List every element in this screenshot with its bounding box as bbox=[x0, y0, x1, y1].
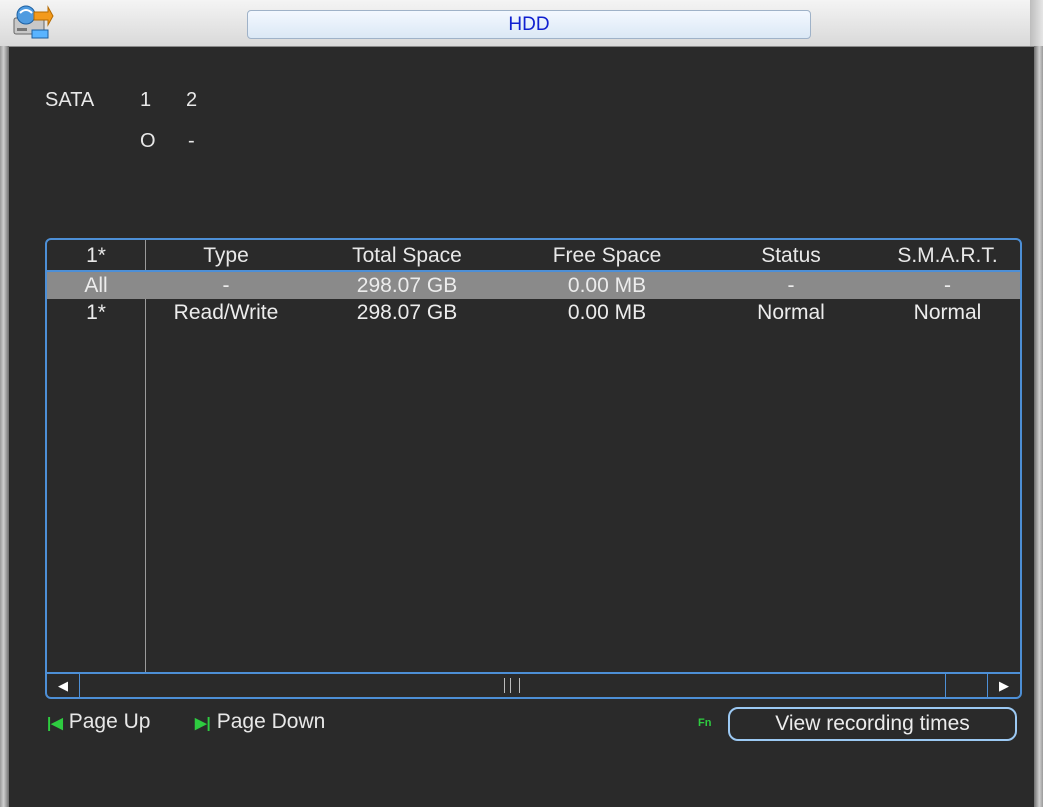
scroll-track[interactable] bbox=[79, 674, 988, 697]
window-frame-right bbox=[1034, 46, 1043, 807]
hdd-table: 1* Type Total Space Free Space Status S.… bbox=[45, 238, 1022, 699]
cell-type: Read/Write bbox=[173, 301, 279, 324]
cell-status: Normal bbox=[757, 301, 825, 324]
window-frame-left bbox=[0, 46, 9, 807]
window-title: HDD bbox=[247, 10, 811, 39]
cell-smart: Normal bbox=[913, 301, 982, 324]
page-down-label: Page Down bbox=[216, 710, 326, 733]
title-bar-edge bbox=[1030, 0, 1043, 46]
hdd-app-icon bbox=[12, 4, 54, 40]
cell-free-space: 0.00 MB bbox=[567, 301, 647, 324]
hdd-window: HDD SATA 1 2 O - 1* Type Total Space Fre… bbox=[0, 0, 1043, 807]
cell-smart: - bbox=[944, 274, 951, 297]
page-up-button[interactable]: |◀ Page Up bbox=[47, 710, 150, 734]
fn-key-hint: Fn bbox=[698, 717, 712, 729]
cell-free-space: 0.00 MB bbox=[567, 274, 647, 297]
horizontal-scrollbar[interactable]: ◀ ▶ bbox=[47, 672, 1020, 697]
column-header-free-space[interactable]: Free Space bbox=[507, 240, 707, 270]
table-row[interactable]: All - 298.07 GB 0.00 MB - - bbox=[47, 272, 1020, 299]
title-bar: HDD bbox=[0, 0, 1043, 47]
column-header-status[interactable]: Status bbox=[707, 240, 875, 270]
page-down-icon: ▶| bbox=[195, 715, 211, 732]
cell-total-space: 298.07 GB bbox=[356, 301, 458, 324]
cell-disk: 1* bbox=[86, 301, 106, 324]
column-header-smart[interactable]: S.M.A.R.T. bbox=[875, 240, 1020, 270]
page-up-icon: |◀ bbox=[47, 715, 63, 732]
scroll-thumb[interactable] bbox=[79, 674, 946, 697]
scroll-grip-icon bbox=[504, 678, 520, 693]
cell-status: - bbox=[787, 274, 795, 297]
page-up-label: Page Up bbox=[68, 710, 151, 733]
sata-port-1: 1 bbox=[140, 89, 152, 111]
column-header-type[interactable]: Type bbox=[145, 240, 307, 270]
scroll-right-icon[interactable]: ▶ bbox=[987, 674, 1020, 697]
view-recording-times-button[interactable]: View recording times bbox=[728, 707, 1017, 741]
table-row[interactable]: 1* Read/Write 298.07 GB 0.00 MB Normal N… bbox=[47, 299, 1020, 326]
cell-total-space: 298.07 GB bbox=[356, 274, 458, 297]
cell-disk: All bbox=[84, 274, 108, 297]
sata-label: SATA bbox=[45, 89, 95, 111]
sata-port-2-state: - bbox=[188, 130, 195, 152]
column-header-total-space[interactable]: Total Space bbox=[307, 240, 507, 270]
sata-port-1-state: O bbox=[140, 130, 156, 152]
sata-port-2: 2 bbox=[186, 89, 198, 111]
page-down-button[interactable]: ▶| Page Down bbox=[195, 710, 325, 734]
scroll-left-icon[interactable]: ◀ bbox=[47, 674, 80, 697]
cell-type: - bbox=[222, 274, 230, 297]
column-header-disk[interactable]: 1* bbox=[47, 240, 145, 270]
